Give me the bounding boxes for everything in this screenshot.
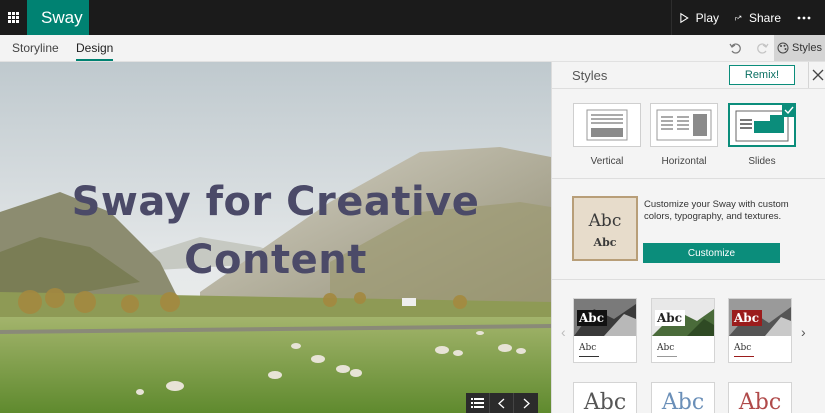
tab-bar: Storyline Design Styles <box>0 35 825 62</box>
layout-slides[interactable]: Slides <box>728 103 796 167</box>
customize-description: Customize your Sway with custom colors, … <box>644 199 789 222</box>
divider <box>552 88 825 89</box>
share-label: Share <box>748 10 781 25</box>
palette-icon <box>777 42 789 54</box>
theme-rule <box>734 356 754 357</box>
more-options-button[interactable] <box>789 0 825 35</box>
play-button[interactable]: Play <box>672 0 727 35</box>
chevron-right-icon <box>523 398 530 408</box>
list-icon <box>471 398 484 408</box>
theme-dark[interactable]: Abc Abc <box>573 298 637 363</box>
styles-label: Styles <box>792 42 822 54</box>
share-icon <box>735 15 742 20</box>
layout-vertical[interactable]: Vertical <box>573 103 641 167</box>
previous-button[interactable] <box>490 393 514 413</box>
title-line-1: Sway for Creative <box>71 179 480 225</box>
checkmark-icon <box>782 103 796 117</box>
customize-button[interactable]: Customize <box>643 243 780 263</box>
slides-layout-thumbnail <box>728 103 796 147</box>
chevron-right-icon[interactable]: › <box>801 324 806 340</box>
customize-thumb-small-text: Abc <box>593 236 617 249</box>
undo-icon[interactable] <box>726 39 744 57</box>
share-button[interactable]: Share <box>727 0 789 35</box>
close-icon <box>812 69 823 81</box>
vertical-layout-thumbnail <box>573 103 641 147</box>
title-line-2: Content <box>184 237 367 283</box>
styles-pane-title: Styles <box>572 68 608 83</box>
theme-small-text: Abc <box>657 343 675 353</box>
tab-design[interactable]: Design <box>76 35 114 61</box>
top-bar: Sway Play Share <box>0 0 825 35</box>
styles-toggle-button[interactable]: Styles <box>774 35 825 61</box>
theme-small-text: Abc <box>579 343 597 353</box>
horizontal-layout-thumbnail <box>650 103 718 147</box>
close-pane-button[interactable] <box>808 62 825 88</box>
font-theme-2[interactable]: Abc <box>651 382 715 413</box>
layout-label-vertical: Vertical <box>590 156 624 167</box>
divider <box>552 178 825 179</box>
app-name[interactable]: Sway <box>27 0 89 35</box>
theme-label: Abc <box>655 310 685 326</box>
styles-pane: Styles Remix! Vertical Horizontal Slides… <box>551 62 825 413</box>
theme-light[interactable]: Abc Abc <box>651 298 715 363</box>
play-icon <box>680 12 689 23</box>
chevron-left-icon[interactable]: ‹ <box>561 324 566 340</box>
font-theme-1[interactable]: Abc <box>573 382 637 413</box>
play-label: Play <box>695 10 719 25</box>
font-theme-3[interactable]: Abc <box>728 382 792 413</box>
app-launcher-icon[interactable] <box>0 0 27 35</box>
theme-red[interactable]: Abc Abc <box>728 298 792 363</box>
sway-title: Sway for Creative Content <box>0 180 551 282</box>
next-button[interactable] <box>514 393 538 413</box>
chevron-left-icon <box>498 398 505 408</box>
theme-label: Abc <box>577 310 607 326</box>
redo-icon[interactable] <box>753 39 771 57</box>
customize-thumb-big-text: Abc <box>588 211 622 231</box>
remix-button[interactable]: Remix! <box>729 65 795 85</box>
theme-label: Abc <box>732 310 762 326</box>
layout-label-slides: Slides <box>748 156 776 167</box>
ellipsis-icon <box>797 16 810 19</box>
theme-rule <box>579 356 599 357</box>
layout-label-horizontal: Horizontal <box>661 156 707 167</box>
layout-horizontal[interactable]: Horizontal <box>650 103 718 167</box>
divider <box>552 279 825 280</box>
navigation-controls <box>466 393 538 413</box>
theme-small-text: Abc <box>734 343 752 353</box>
customize-thumbnail[interactable]: Abc Abc <box>572 196 638 261</box>
tab-storyline[interactable]: Storyline <box>12 35 59 61</box>
theme-rule <box>657 356 677 357</box>
navigation-list-button[interactable] <box>466 393 490 413</box>
sway-preview: Sway for Creative Content <box>0 62 551 413</box>
